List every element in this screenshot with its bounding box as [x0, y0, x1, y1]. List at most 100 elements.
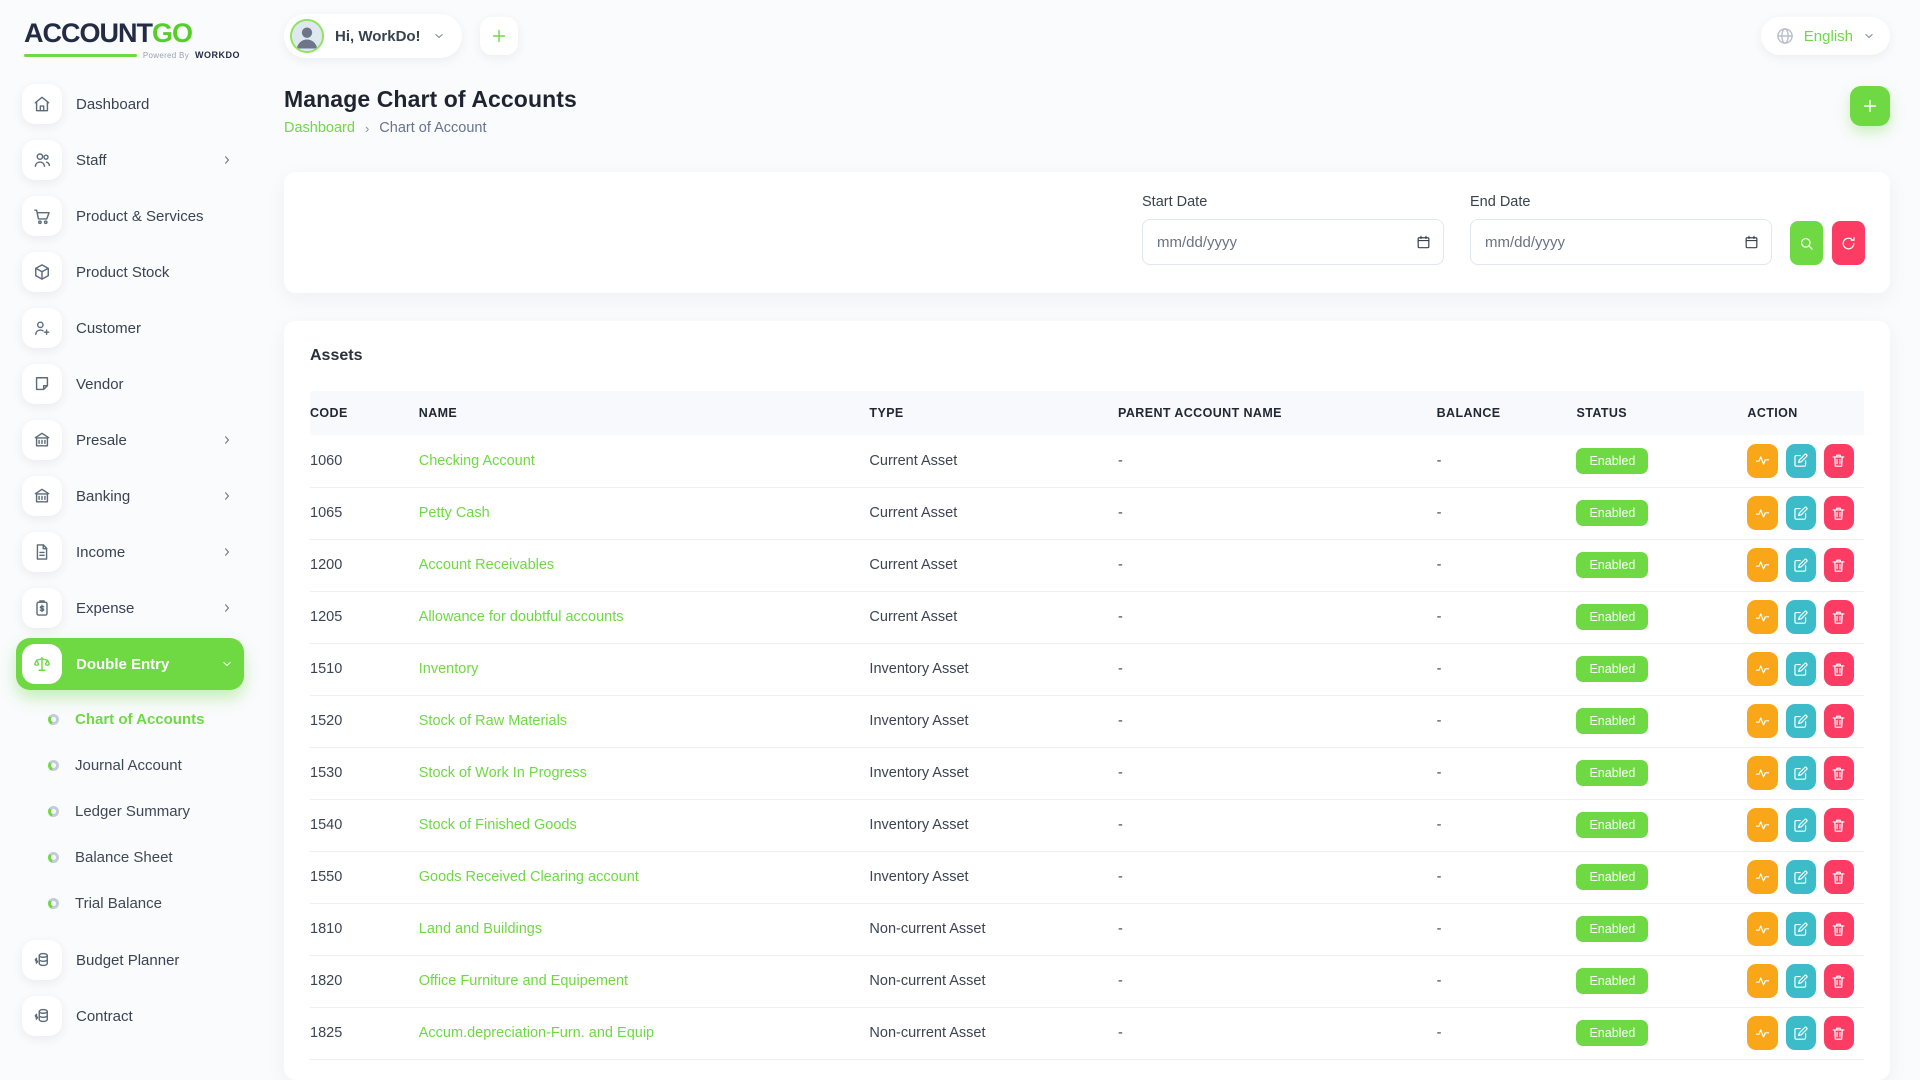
sidebar-item-budget-planner[interactable]: Budget Planner — [16, 934, 244, 986]
breadcrumb-dashboard-link[interactable]: Dashboard — [284, 120, 355, 136]
quick-add-button[interactable] — [480, 17, 518, 55]
status-badge: Enabled — [1576, 968, 1648, 995]
activity-button[interactable] — [1747, 808, 1777, 842]
delete-button[interactable] — [1824, 496, 1854, 530]
end-date-group: End Date — [1470, 194, 1772, 265]
sidebar-subitem-balance-sheet[interactable]: Balance Sheet — [16, 834, 244, 880]
account-name-link[interactable]: Inventory — [419, 661, 479, 677]
sidebar-item-income[interactable]: Income — [16, 526, 244, 578]
delete-button[interactable] — [1824, 860, 1854, 894]
create-account-button[interactable] — [1850, 86, 1890, 126]
account-name-link[interactable]: Stock of Work In Progress — [419, 765, 587, 781]
trash-icon — [1830, 973, 1847, 990]
activity-button[interactable] — [1747, 860, 1777, 894]
activity-button[interactable] — [1747, 652, 1777, 686]
user-plus-icon — [22, 308, 62, 348]
page-header-text: Manage Chart of Accounts Dashboard › Cha… — [284, 86, 577, 136]
sidebar-subitem-trial-balance[interactable]: Trial Balance — [16, 880, 244, 926]
sidebar-item-double-entry[interactable]: Double Entry — [16, 638, 244, 690]
end-date-input[interactable] — [1470, 219, 1772, 265]
edit-button[interactable] — [1786, 912, 1816, 946]
edit-button[interactable] — [1786, 964, 1816, 998]
user-menu[interactable]: Hi, WorkDo! — [284, 14, 462, 58]
delete-button[interactable] — [1824, 964, 1854, 998]
delete-button[interactable] — [1824, 548, 1854, 582]
table-row: 1520 Stock of Raw Materials Inventory As… — [310, 695, 1864, 747]
activity-button[interactable] — [1747, 444, 1777, 478]
edit-button[interactable] — [1786, 808, 1816, 842]
delete-button[interactable] — [1824, 912, 1854, 946]
sidebar-item-contract[interactable]: Contract — [16, 990, 244, 1042]
activity-button[interactable] — [1747, 548, 1777, 582]
sidebar-item-product-services[interactable]: Product & Services — [16, 190, 244, 242]
activity-button[interactable] — [1747, 600, 1777, 634]
sidebar-item-dashboard[interactable]: Dashboard — [16, 78, 244, 130]
trash-icon — [1830, 661, 1847, 678]
edit-button[interactable] — [1786, 704, 1816, 738]
start-date-input[interactable] — [1142, 219, 1444, 265]
activity-button[interactable] — [1747, 912, 1777, 946]
edit-button[interactable] — [1786, 548, 1816, 582]
parent-account: - — [1118, 851, 1437, 903]
sidebar-item-product-stock[interactable]: Product Stock — [16, 246, 244, 298]
table-row: 1550 Goods Received Clearing account Inv… — [310, 851, 1864, 903]
activity-button[interactable] — [1747, 496, 1777, 530]
delete-button[interactable] — [1824, 704, 1854, 738]
edit-button[interactable] — [1786, 860, 1816, 894]
search-button[interactable] — [1790, 221, 1823, 265]
activity-button[interactable] — [1747, 1016, 1777, 1050]
language-selector[interactable]: English — [1761, 17, 1890, 55]
sidebar-subitem-ledger-summary[interactable]: Ledger Summary — [16, 788, 244, 834]
edit-button[interactable] — [1786, 1016, 1816, 1050]
logo-text-secondary: GO — [152, 18, 192, 48]
chevron-right-icon — [220, 601, 234, 615]
sidebar-item-banking[interactable]: Banking — [16, 470, 244, 522]
activity-button[interactable] — [1747, 756, 1777, 790]
account-name-link[interactable]: Account Receivables — [419, 557, 554, 573]
account-name-link[interactable]: Checking Account — [419, 453, 535, 469]
sidebar-item-presale[interactable]: Presale — [16, 414, 244, 466]
start-date-wrap — [1142, 219, 1444, 265]
edit-button[interactable] — [1786, 496, 1816, 530]
edit-button[interactable] — [1786, 652, 1816, 686]
app-logo[interactable]: ACCOUNTGO Powered By WORKDO — [16, 12, 244, 62]
account-type: Current Asset — [869, 539, 1118, 591]
edit-button[interactable] — [1786, 756, 1816, 790]
trash-icon — [1830, 869, 1847, 886]
edit-icon — [1792, 505, 1809, 522]
delete-button[interactable] — [1824, 652, 1854, 686]
reset-button[interactable] — [1832, 221, 1865, 265]
sidebar-item-label: Contract — [76, 1008, 234, 1025]
sidebar-item-vendor[interactable]: Vendor — [16, 358, 244, 410]
activity-button[interactable] — [1747, 704, 1777, 738]
edit-button[interactable] — [1786, 444, 1816, 478]
sidebar-item-staff[interactable]: Staff — [16, 134, 244, 186]
edit-button[interactable] — [1786, 600, 1816, 634]
delete-button[interactable] — [1824, 1016, 1854, 1050]
account-name-link[interactable]: Goods Received Clearing account — [419, 869, 639, 885]
delete-button[interactable] — [1824, 444, 1854, 478]
sidebar-item-expense[interactable]: Expense — [16, 582, 244, 634]
trash-icon — [1830, 505, 1847, 522]
account-name-link[interactable]: Office Furniture and Equipement — [419, 973, 628, 989]
row-actions — [1747, 808, 1854, 842]
account-name-link[interactable]: Land and Buildings — [419, 921, 542, 937]
table-row: 1060 Checking Account Current Asset - - … — [310, 435, 1864, 487]
account-name-link[interactable]: Stock of Finished Goods — [419, 817, 577, 833]
account-name-link[interactable]: Petty Cash — [419, 505, 490, 521]
activity-icon — [1754, 452, 1771, 469]
account-type: Inventory Asset — [869, 851, 1118, 903]
delete-button[interactable] — [1824, 808, 1854, 842]
sidebar-subitem-journal-account[interactable]: Journal Account — [16, 742, 244, 788]
delete-button[interactable] — [1824, 756, 1854, 790]
account-name-link[interactable]: Allowance for doubtful accounts — [419, 609, 624, 625]
account-name-link[interactable]: Accum.depreciation-Furn. and Equip — [419, 1025, 654, 1041]
activity-icon — [1754, 973, 1771, 990]
delete-button[interactable] — [1824, 600, 1854, 634]
sidebar-item-customer[interactable]: Customer — [16, 302, 244, 354]
sidebar-subitem-chart-of-accounts[interactable]: Chart of Accounts — [16, 696, 244, 742]
col-type: TYPE — [869, 391, 1118, 435]
chevron-down-icon — [220, 657, 234, 671]
account-name-link[interactable]: Stock of Raw Materials — [419, 713, 567, 729]
activity-button[interactable] — [1747, 964, 1777, 998]
